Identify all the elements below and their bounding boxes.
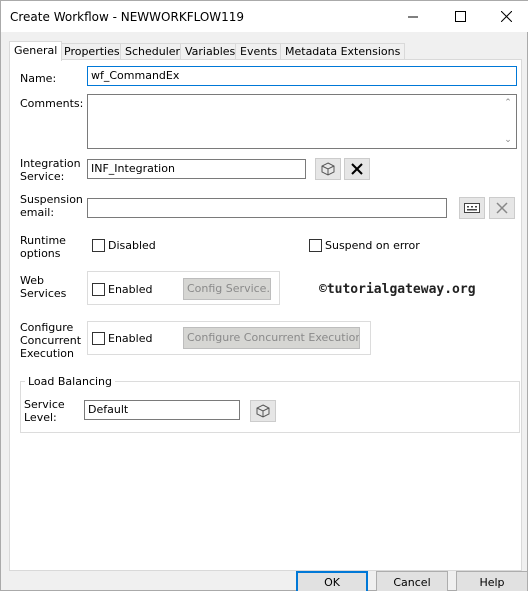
ok-button[interactable]: OK <box>296 571 368 591</box>
integration-service-input[interactable]: INF_Integration <box>87 159 306 179</box>
config-service-button[interactable]: Config Service... <box>183 278 271 300</box>
scroll-up-icon[interactable]: ⌃ <box>502 97 514 109</box>
concurrent-enabled-label: Enabled <box>108 332 153 345</box>
name-label: Name: <box>20 72 57 85</box>
suspension-email-label-line1: Suspension <box>20 193 83 206</box>
suspension-email-label-line2: email: <box>20 206 55 219</box>
checkbox-box[interactable] <box>92 239 105 252</box>
tab-general[interactable]: General <box>9 41 63 61</box>
scroll-down-icon[interactable]: ⌄ <box>502 134 514 146</box>
tab-scheduler[interactable]: Scheduler <box>120 43 186 60</box>
create-workflow-dialog: Create Workflow - NEWWORKFLOW119 General… <box>0 0 528 591</box>
suspend-on-error-label: Suspend on error <box>325 239 420 252</box>
x-clear-icon <box>351 163 363 175</box>
integration-clear-button[interactable] <box>344 158 370 180</box>
web-services-enabled-label: Enabled <box>108 283 153 296</box>
concurrent-label-line2: Concurrent <box>20 334 82 347</box>
runtime-options-label-line2: options <box>20 247 61 260</box>
email-clear-button[interactable] <box>489 197 515 219</box>
configure-concurrent-execution-button[interactable]: Configure Concurrent Execution ... <box>183 327 360 349</box>
suspension-email-input[interactable] <box>87 198 447 218</box>
disabled-checkbox[interactable]: Disabled <box>92 239 156 252</box>
cancel-button[interactable]: Cancel <box>376 571 448 591</box>
email-browse-button[interactable] <box>459 197 485 219</box>
concurrent-label-line3: Execution <box>20 347 74 360</box>
web-services-label-line1: Web <box>20 274 44 287</box>
tab-events[interactable]: Events <box>235 43 283 60</box>
name-input[interactable]: wf_CommandEx <box>87 66 517 86</box>
suspend-on-error-checkbox[interactable]: Suspend on error <box>309 239 420 252</box>
integration-browse-button[interactable] <box>315 158 341 180</box>
comments-label: Comments: <box>20 97 84 110</box>
integration-service-label-line2: Service: <box>20 170 65 183</box>
keyboard-browse-icon <box>464 203 480 213</box>
integration-service-label-line1: Integration <box>20 157 81 170</box>
service-level-label-line1: Service <box>24 398 65 411</box>
watermark: ©tutorialgateway.org <box>319 282 476 297</box>
cube-browse-icon <box>256 404 270 418</box>
service-level-input[interactable]: Default <box>84 400 240 420</box>
service-level-browse-button[interactable] <box>250 400 276 422</box>
close-button[interactable] <box>483 1 528 32</box>
concurrent-label-line1: Configure <box>20 321 74 334</box>
window-title: Create Workflow - NEWWORKFLOW119 <box>10 10 245 24</box>
concurrent-enabled-checkbox[interactable]: Enabled <box>92 332 152 345</box>
checkbox-box[interactable] <box>309 239 322 252</box>
runtime-options-label-line1: Runtime <box>20 234 66 247</box>
cube-browse-icon <box>321 162 335 176</box>
web-services-label-line2: Services <box>20 287 67 300</box>
checkbox-box[interactable] <box>92 283 105 296</box>
x-clear-icon <box>496 202 508 214</box>
maximize-icon <box>454 11 466 22</box>
minimize-icon <box>408 16 418 17</box>
minimize-button[interactable] <box>390 1 436 32</box>
title-bar: Create Workflow - NEWWORKFLOW119 <box>1 1 528 32</box>
web-services-enabled-checkbox[interactable]: Enabled <box>92 283 152 296</box>
close-icon <box>500 11 512 22</box>
tab-properties[interactable]: Properties <box>59 43 125 60</box>
comments-textarea[interactable]: ⌃ ⌄ <box>87 94 517 149</box>
tab-variables[interactable]: Variables <box>180 43 241 60</box>
checkbox-box[interactable] <box>92 332 105 345</box>
service-level-label-line2: Level: <box>24 411 57 424</box>
tab-metadata-extensions[interactable]: Metadata Extensions <box>280 43 406 60</box>
load-balancing-title: Load Balancing <box>25 375 115 388</box>
disabled-checkbox-label: Disabled <box>108 239 156 252</box>
help-button[interactable]: Help <box>456 571 528 591</box>
maximize-button[interactable] <box>437 1 483 32</box>
